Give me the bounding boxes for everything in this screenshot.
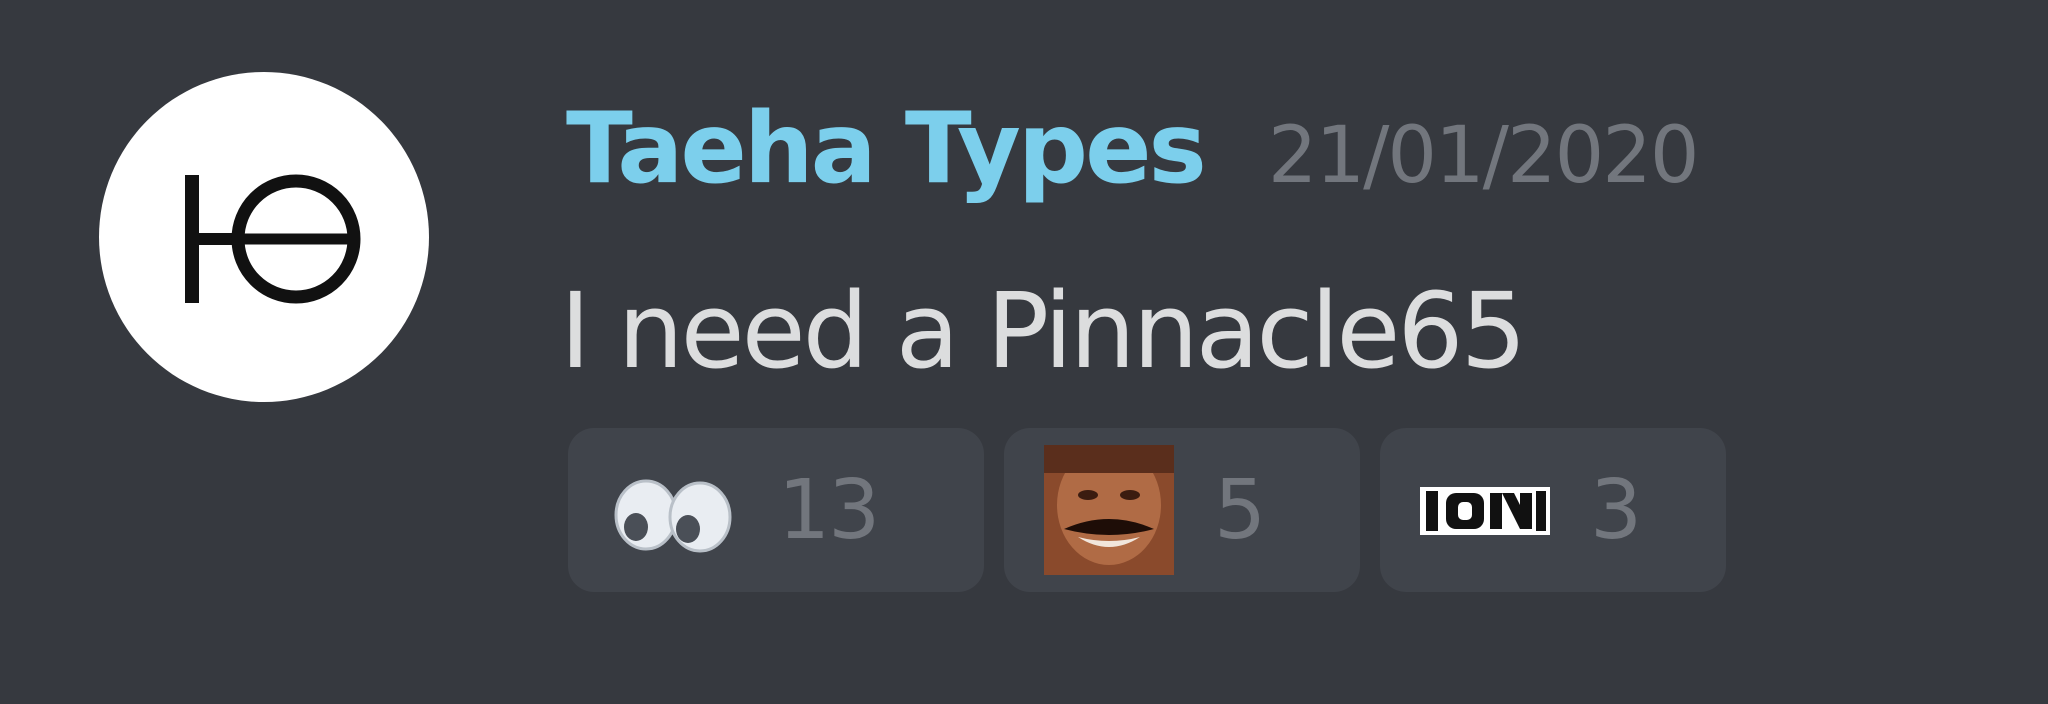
reaction-count: 3 xyxy=(1590,462,1642,558)
on-sign-emoji-icon xyxy=(1420,445,1550,575)
reactions: 13 5 3 xyxy=(568,428,1726,592)
taeha-types-logo-icon xyxy=(185,174,361,304)
avatar[interactable] xyxy=(99,72,429,402)
reaction-count: 5 xyxy=(1214,462,1266,558)
risitas-emoji-icon xyxy=(1044,445,1174,575)
message-content: I need a Pinnacle65 xyxy=(560,270,1527,392)
username[interactable]: Taeha Types xyxy=(566,92,1207,206)
eyes-emoji-icon xyxy=(608,445,738,575)
chat-message: Taeha Types 21/01/2020 I need a Pinnacle… xyxy=(0,0,2048,704)
reaction-risitas[interactable]: 5 xyxy=(1004,428,1360,592)
reaction-eyes[interactable]: 13 xyxy=(568,428,984,592)
reaction-on-sign[interactable]: 3 xyxy=(1380,428,1726,592)
timestamp: 21/01/2020 xyxy=(1267,111,1700,201)
message-header: Taeha Types 21/01/2020 xyxy=(566,92,1700,206)
reaction-count: 13 xyxy=(778,462,880,558)
